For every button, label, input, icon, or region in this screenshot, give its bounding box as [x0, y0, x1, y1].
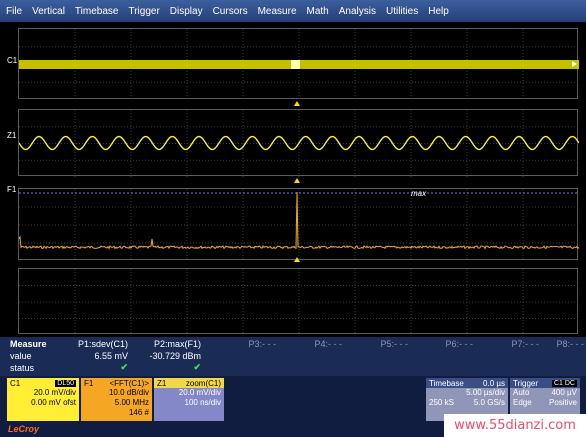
menu-help[interactable]: Help	[428, 6, 449, 17]
c1-trace-pane[interactable]	[18, 28, 579, 100]
zoom-position-marker	[294, 101, 300, 106]
f1-descriptor-label: F1	[84, 378, 94, 388]
menu-timebase[interactable]: Timebase	[75, 6, 119, 17]
menu-utilities[interactable]: Utilities	[386, 6, 418, 17]
param-3-header: P3:- - -	[248, 339, 276, 349]
trigger-source-tag: C1 DC	[551, 379, 577, 387]
menu-file[interactable]: File	[6, 6, 22, 17]
lecroy-logo: LeCroy	[8, 424, 40, 434]
f1-position-marker	[294, 257, 300, 262]
measure-row-value: value	[10, 351, 32, 361]
menu-bar: File Vertical Timebase Trigger Display Cursor…	[0, 0, 586, 22]
z1-tdiv: 100 ns/div	[184, 398, 221, 407]
c1-descriptor-label: C1	[10, 378, 21, 388]
param-7-header: P7:- - -	[511, 339, 539, 349]
menu-vertical[interactable]: Vertical	[32, 6, 65, 17]
menu-display[interactable]: Display	[170, 6, 203, 17]
watermark: www.55dianzi.com	[444, 414, 586, 437]
menu-measure[interactable]: Measure	[258, 6, 297, 17]
z1-descriptor[interactable]: Z1 zoom(C1) 20.0 mV/div 100 ns/div	[154, 378, 224, 421]
empty-grid-pane	[18, 268, 579, 335]
timebase-div: 5.00 µs/div	[466, 388, 505, 397]
trigger-level-marker-icon	[572, 61, 577, 67]
param-1-header: P1:sdev(C1)	[77, 339, 128, 349]
param-6-header: P6:- - -	[445, 339, 473, 349]
param-2-status-check-icon: ✔	[193, 362, 201, 372]
c1-coupling-tag: DL50	[55, 379, 76, 387]
measure-row-status: status	[10, 363, 35, 373]
f1-scale: 10.0 dB/div	[108, 388, 149, 397]
menu-trigger[interactable]: Trigger	[128, 6, 159, 17]
timebase-rate: 5.0 GS/s	[473, 398, 505, 407]
z1-trace-label: Z1	[7, 131, 17, 140]
f1-trace	[19, 189, 579, 261]
param-4-header: P4:- - -	[314, 339, 342, 349]
empty-grid	[19, 269, 579, 335]
max-annotation: max	[411, 189, 427, 198]
timebase-samples: 250 kS	[429, 398, 454, 407]
z1-vdiv: 20.0 mV/div	[178, 388, 221, 397]
f1-frequency: 5.00 MHz	[114, 398, 149, 407]
trigger-type: Edge	[513, 398, 532, 407]
param-5-header: P5:- - -	[380, 339, 408, 349]
z1-trace	[19, 110, 579, 177]
menu-math[interactable]: Math	[307, 6, 329, 17]
c1-trace-label: C1	[7, 56, 18, 65]
z1-function: zoom(C1)	[185, 378, 221, 388]
f1-descriptor[interactable]: F1 <FFT(C1)> 10.0 dB/div 5.00 MHz 146 #	[81, 378, 152, 421]
param-1-value: 6.55 mV	[94, 351, 128, 361]
timebase-delay: 0.0 µs	[483, 378, 505, 388]
trigger-position-marker	[294, 178, 300, 183]
zoom-region-highlight	[291, 60, 300, 69]
param-8-header: P8:- - -	[556, 339, 584, 349]
z1-descriptor-label: Z1	[157, 378, 167, 388]
measure-title: Measure	[10, 339, 47, 349]
f1-sweeps: 146 #	[128, 408, 149, 417]
trigger-level: 400 µV	[551, 388, 577, 397]
z1-trace-pane[interactable]	[18, 109, 579, 177]
timebase-label: Timebase	[429, 378, 464, 388]
trigger-mode: Auto	[513, 388, 530, 397]
measure-panel[interactable]: Measure value status P1:sdev(C1) 6.55 mV ✔…	[0, 337, 586, 376]
menu-cursors[interactable]: Cursors	[213, 6, 248, 17]
param-2-header: P2:max(F1)	[153, 339, 201, 349]
descriptor-bar: C1 DL50 20.0 mV/div 0.00 mV ofst F1 <FFT…	[0, 376, 586, 437]
param-1-status-check-icon: ✔	[120, 362, 128, 372]
c1-offset: 0.00 mV ofst	[31, 398, 76, 407]
trigger-label: Trigger	[513, 378, 539, 388]
f1-trace-label: F1	[7, 185, 17, 194]
f1-function: <FFT(C1)>	[109, 378, 149, 388]
f1-trace-pane[interactable]	[18, 188, 579, 261]
menu-analysis[interactable]: Analysis	[339, 6, 376, 17]
c1-vdiv: 20.0 mV/div	[33, 388, 76, 397]
c1-descriptor[interactable]: C1 DL50 20.0 mV/div 0.00 mV ofst	[7, 378, 79, 421]
trigger-slope: Positive	[548, 398, 577, 407]
c1-trace	[19, 29, 579, 100]
param-2-value: -30.729 dBm	[149, 351, 201, 361]
